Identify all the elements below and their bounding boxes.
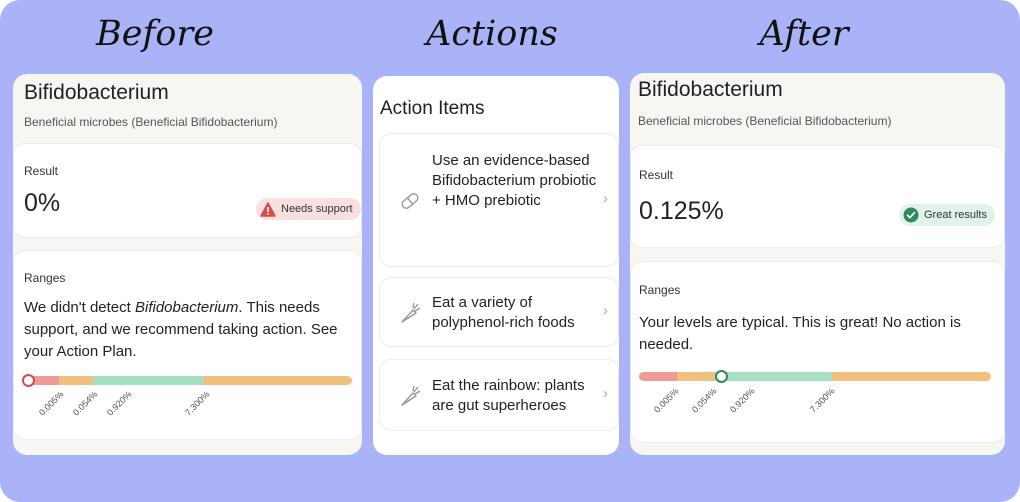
action-item-label: Eat a variety of polyphenol-rich foods: [432, 294, 575, 331]
after-title: Bifidobacterium: [638, 78, 783, 101]
pill-icon: [401, 193, 419, 209]
range-segment-high: [832, 372, 991, 381]
chevron-right-icon: ›: [603, 302, 608, 319]
after-result-card: Result 0.125% Great results: [630, 145, 1005, 248]
before-desc-em: Bifidobacterium: [134, 299, 239, 316]
after-ranges-card: Ranges Your levels are typical. This is …: [630, 261, 1005, 443]
before-desc-pre: We didn't detect: [24, 299, 135, 316]
after-description: Your levels are typical. This is great! …: [639, 314, 961, 353]
actions-panel: Action Items Use an evidence-based Bifid…: [373, 76, 619, 455]
carrot-icon: [401, 302, 421, 323]
before-badge-label: Needs support: [281, 203, 353, 215]
after-tick-2: 0.054%: [689, 386, 719, 415]
before-tick-1: 0.005%: [36, 389, 66, 418]
action-item-polyphenol[interactable]: Eat a variety of polyphenol-rich foods ›: [379, 277, 619, 347]
before-result-value: 0%: [24, 189, 61, 217]
heading-after: After: [759, 14, 849, 54]
before-description: We didn't detect Bifidobacterium. This n…: [24, 297, 356, 363]
before-status-badge: Needs support: [256, 198, 361, 220]
before-level-marker: [22, 374, 35, 387]
range-segment-mid: [677, 372, 715, 381]
before-ranges-card: Ranges We didn't detect Bifidobacterium.…: [13, 250, 362, 440]
after-tick-1: 0.005%: [651, 386, 681, 415]
range-segment-low: [639, 372, 677, 381]
before-result-card: Result 0% Needs support: [13, 143, 362, 238]
comparison-canvas: Before Actions After Bifidobacterium Ben…: [0, 0, 1020, 502]
after-result-label: Result: [639, 168, 674, 182]
warning-icon: [260, 201, 276, 217]
after-panel: Bifidobacterium Beneficial microbes (Ben…: [630, 73, 1005, 455]
after-status-badge: Great results: [899, 204, 995, 226]
before-tick-3: 0.920%: [104, 389, 134, 418]
chevron-right-icon: ›: [603, 190, 608, 207]
action-items-title: Action Items: [380, 98, 485, 119]
before-panel: Bifidobacterium Beneficial microbes (Ben…: [13, 74, 362, 455]
before-title: Bifidobacterium: [24, 81, 169, 104]
range-segment-high: [204, 376, 352, 385]
after-range-bar: [639, 372, 991, 381]
after-badge-label: Great results: [924, 209, 987, 221]
heading-actions: Actions: [426, 14, 558, 54]
action-item-probiotic[interactable]: Use an evidence-based Bifidobacterium pr…: [379, 133, 619, 267]
action-item-label: Use an evidence-based Bifidobacterium pr…: [432, 152, 597, 209]
range-segment-good: [93, 376, 204, 385]
before-tick-2: 0.054%: [70, 389, 100, 418]
after-tick-3: 0.920%: [727, 386, 757, 415]
after-subtitle: Beneficial microbes (Beneficial Bifidoba…: [638, 114, 892, 128]
check-badge-icon: [903, 207, 919, 223]
after-tick-4: 7.300%: [807, 386, 837, 415]
before-ranges-label: Ranges: [24, 271, 66, 285]
action-item-rainbow[interactable]: Eat the rainbow: plants are gut superher…: [379, 359, 619, 431]
heading-before: Before: [96, 14, 214, 54]
after-ranges-label: Ranges: [639, 283, 681, 297]
before-tick-4: 7.300%: [182, 389, 212, 418]
before-result-label: Result: [24, 164, 59, 178]
after-level-marker: [715, 370, 728, 383]
carrot-icon: [401, 385, 421, 406]
chevron-right-icon: ›: [603, 385, 608, 402]
before-range-bar: [24, 376, 352, 385]
before-subtitle: Beneficial microbes (Beneficial Bifidoba…: [24, 115, 278, 129]
range-segment-mid: [59, 376, 93, 385]
action-item-label: Eat the rainbow: plants are gut superher…: [432, 377, 585, 414]
after-result-value: 0.125%: [639, 197, 724, 225]
range-segment-good: [715, 372, 832, 381]
